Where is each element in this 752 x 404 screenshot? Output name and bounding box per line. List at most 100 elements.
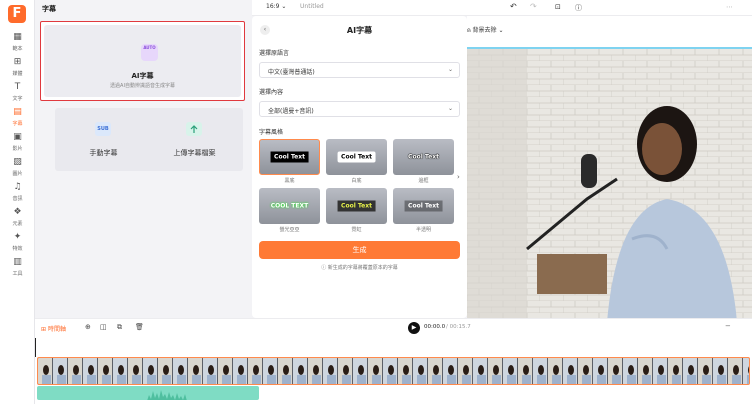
language-value: 中文(臺灣普通話) [268,69,315,76]
thumbnail-figure [133,365,139,375]
thumbnail-figure [328,365,334,375]
thumbnail-figure [88,365,94,375]
style-tile-neon[interactable]: Cool Text [326,188,387,224]
thumbnail-figure [208,365,214,375]
app-logo[interactable]: F [8,5,26,23]
sidebar-item-elements[interactable]: ❖ 元素 [0,207,35,235]
timeline-area [35,338,752,404]
video-clip-track[interactable] [37,357,750,385]
ai-card-inner: AUTO AI字幕 透過AI自動辨識語音生成字幕 [44,25,241,97]
thumbnail-figure [178,365,184,375]
thumbnail-body [192,375,201,384]
current-time: 00:00.0 [424,324,446,330]
thumbnail-figure [73,365,79,375]
style-tile-semi-transparent[interactable]: Cool Text [393,188,454,224]
more-icon[interactable]: ⋯ [726,3,733,11]
video-preview[interactable] [467,49,752,322]
thumbnail-body [117,375,126,384]
thumbnail-figure [58,365,64,375]
upload-subtitle-card[interactable]: 上傳字幕檔案 [146,108,243,171]
sidebar-item-label: 圖片 [12,171,23,177]
thumbnail-body [687,375,696,384]
thumbnail-body [312,375,321,384]
style-preview-text: COOL TEXT [270,202,309,210]
sidebar-item-template[interactable]: ▦ 範本 [0,32,35,60]
sidebar-item-video[interactable]: ▣ 影片 [0,132,35,160]
thumbnail-figure [718,365,724,375]
content-select[interactable]: 全部(過曼+音訊) ⌄ [259,101,460,117]
thumbnail-body [732,375,741,384]
play-button[interactable]: ▶ [408,322,420,334]
style-caption: 黑底 [284,178,295,184]
ai-subtitle-dialog: ‹ AI字幕 選擇原語言 中文(臺灣普通話) ⌄ 選擇內容 全部(過曼+音訊) … [252,16,467,318]
sidebar-item-image[interactable]: ▨ 圖片 [0,157,35,185]
style-tile-black[interactable]: Cool Text [259,139,320,175]
thumbnail-figure [313,365,319,375]
thumbnail-figure [508,365,514,375]
delete-icon[interactable]: 🗑 [135,323,144,331]
thumbnail-figure [148,365,154,375]
ai-subtitle-card[interactable]: AUTO AI字幕 透過AI自動辨識語音生成字幕 [40,21,245,101]
style-caption: 螢光亞亞 [279,227,300,233]
chevron-down-icon: ⌄ [498,27,504,34]
thumbnail-figure [418,365,424,375]
thumbnail-body [252,375,261,384]
top-bar: 16:9 ⌄ Untitled ↶ ↷ ⊡ ⓘ ⋯ [252,0,752,16]
sidebar-item-text[interactable]: T 文字 [0,82,35,110]
split-icon[interactable]: ◫ [100,323,107,331]
sidebar-item-subtitle[interactable]: ▤ 字幕 [0,107,35,135]
style-preview-text: Cool Text [404,200,443,212]
content-label: 選擇內容 [259,89,284,96]
ai-card-title: AI字幕 [131,72,154,80]
duplicate-icon[interactable]: ⧉ [117,323,122,332]
thumbnail-body [357,375,366,384]
app-root: F ▦ 範本 ⊞ 媒體 T 文字 ▤ 字幕 ▣ 影片 ▨ 圖片 ♫ 音訊 ❖ 元素 ✦ 特效 ▥ 工具 字幕 AUTO… [0,0,752,404]
overwrite-note-text: 新生成的字幕將覆蓋原本的字幕 [327,265,398,271]
style-tile-neon-green[interactable]: COOL TEXT [259,188,320,224]
timeline-toggle[interactable]: ⊞ 時間軸 [41,324,66,333]
thumbnail-figure [478,365,484,375]
timeline-icon: ⊞ [41,326,47,333]
thumbnail-figure [463,365,469,375]
thumbnail-figure [283,365,289,375]
generate-button[interactable]: 生成 [259,241,460,259]
language-select[interactable]: 中文(臺灣普通話) ⌄ [259,62,460,78]
sidebar-item-media[interactable]: ⊞ 媒體 [0,57,35,85]
doc-title[interactable]: Untitled [300,3,324,10]
redo-icon[interactable]: ↷ [530,2,537,11]
manual-subtitle-card[interactable]: SUB 手動字幕 [55,108,152,171]
thumbnail-body [327,375,336,384]
add-track-icon[interactable]: ⊕ [85,323,91,331]
style-caption: 霓虹 [351,227,362,233]
style-tile-outline[interactable]: Cool Text [393,139,454,175]
info-icon: ⓘ [321,265,327,271]
thumbnail-body [162,375,171,384]
thumbnail-body [477,375,486,384]
background-remove-button[interactable]: ⍝ 背景去除 ⌄ [467,25,504,35]
timeline-toolbar: ⊞ 時間軸 ⊕ ◫ ⧉ 🗑 ▶ 00:00.0 / 00:15.7 − [35,318,752,338]
thumbnail-figure [538,365,544,375]
media-icon: ⊞ [13,57,22,67]
thumbnail-figure [358,365,364,375]
thumbnail-figure [643,365,649,375]
subtitle-icon: ▤ [13,107,22,117]
audio-clip-track[interactable] [37,386,259,400]
playhead[interactable] [35,338,36,357]
sidebar-item-label: 元素 [12,221,23,227]
effects-icon: ✦ [13,232,22,242]
music-icon: ♫ [13,182,22,192]
sidebar-item-effects[interactable]: ✦ 特效 [0,232,35,260]
thumbnail-figure [673,365,679,375]
chevron-right-icon[interactable]: › [457,173,460,181]
sidebar-item-tools[interactable]: ▥ 工具 [0,257,35,285]
aspect-ratio-select[interactable]: 16:9 ⌄ [266,3,286,10]
screenshot-icon[interactable]: ⊡ [555,3,561,11]
undo-icon[interactable]: ↶ [510,2,517,11]
timeline-label: 時間軸 [47,326,66,333]
zoom-out-icon[interactable]: − [725,322,731,330]
help-icon[interactable]: ⓘ [575,3,582,13]
sidebar-item-music[interactable]: ♫ 音訊 [0,182,35,210]
thumbnail-body [597,375,606,384]
thumbnail-body [642,375,651,384]
style-tile-white[interactable]: Cool Text [326,139,387,175]
